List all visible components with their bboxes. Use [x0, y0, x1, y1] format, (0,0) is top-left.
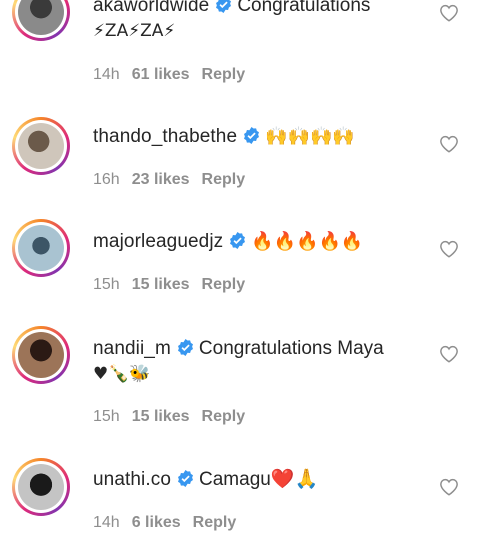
likes-count[interactable]: 15 likes — [132, 276, 190, 293]
avatar-photo — [18, 464, 64, 510]
likes-count[interactable]: 6 likes — [132, 514, 181, 531]
likes-count[interactable]: 15 likes — [132, 408, 190, 425]
comment-item: majorleaguedjz 🔥🔥🔥🔥🔥 15h 15 likes Reply — [0, 215, 493, 315]
username[interactable]: akaworldwide — [93, 0, 209, 16]
reply-button[interactable]: Reply — [202, 66, 246, 83]
comment-meta: 15h 15 likes Reply — [93, 276, 257, 294]
timestamp: 14h — [93, 514, 120, 531]
avatar-photo — [18, 332, 64, 378]
avatar[interactable] — [12, 326, 70, 384]
likes-count[interactable]: 23 likes — [132, 171, 190, 188]
reply-button[interactable]: Reply — [193, 514, 237, 531]
heart-icon[interactable] — [439, 4, 459, 22]
reply-button[interactable]: Reply — [202, 408, 246, 425]
avatar-photo — [18, 225, 64, 271]
comment-text-continued: ♥🍾🐝 — [93, 364, 151, 384]
comment-meta: 14h 6 likes Reply — [93, 514, 248, 532]
comment-text: 🙌🙌🙌🙌 — [265, 126, 355, 147]
verified-badge-icon — [230, 232, 246, 249]
timestamp: 15h — [93, 276, 120, 293]
comment-item: thando_thabethe 🙌🙌🙌🙌 16h 23 likes Reply — [0, 110, 493, 210]
timestamp: 16h — [93, 171, 120, 188]
heart-icon[interactable] — [439, 345, 459, 363]
comment-item: unathi.co Camagu❤️🙏 14h 6 likes Reply — [0, 453, 493, 548]
comment-text: Congratulations — [237, 0, 371, 16]
verified-badge-icon — [177, 339, 193, 356]
username[interactable]: nandii_m — [93, 338, 171, 359]
comment-text: 🔥🔥🔥🔥🔥 — [251, 231, 364, 252]
comment-meta: 15h 15 likes Reply — [93, 408, 257, 426]
avatar[interactable] — [12, 117, 70, 175]
comment-meta: 16h 23 likes Reply — [93, 171, 257, 189]
username[interactable]: unathi.co — [93, 469, 171, 490]
reply-button[interactable]: Reply — [202, 276, 246, 293]
username[interactable]: majorleaguedjz — [93, 231, 223, 252]
reply-button[interactable]: Reply — [202, 171, 246, 188]
comment-text: Camagu❤️🙏 — [199, 469, 319, 490]
comment-text-continued: ⚡ZA⚡ZA⚡ — [93, 21, 176, 41]
heart-icon[interactable] — [439, 240, 459, 258]
verified-badge-icon — [244, 127, 260, 144]
timestamp: 15h — [93, 408, 120, 425]
verified-badge-icon — [216, 0, 232, 13]
username[interactable]: thando_thabethe — [93, 126, 237, 147]
comment-item: nandii_m Congratulations Maya ♥🍾🐝 15h 15 l… — [0, 322, 493, 442]
avatar[interactable] — [12, 0, 70, 41]
avatar-photo — [18, 0, 64, 35]
heart-icon[interactable] — [439, 135, 459, 153]
timestamp: 14h — [93, 66, 120, 83]
comment-meta: 14h 61 likes Reply — [93, 66, 257, 84]
verified-badge-icon — [178, 470, 193, 487]
comment-text: Congratulations Maya — [198, 338, 384, 359]
likes-count[interactable]: 61 likes — [132, 66, 190, 83]
avatar[interactable] — [12, 458, 70, 516]
comment-item: akaworldwide Congratulations ⚡ZA⚡ZA⚡ 14h 6… — [0, 0, 493, 100]
heart-icon[interactable] — [439, 478, 459, 496]
avatar[interactable] — [12, 219, 70, 277]
avatar-photo — [18, 123, 64, 169]
